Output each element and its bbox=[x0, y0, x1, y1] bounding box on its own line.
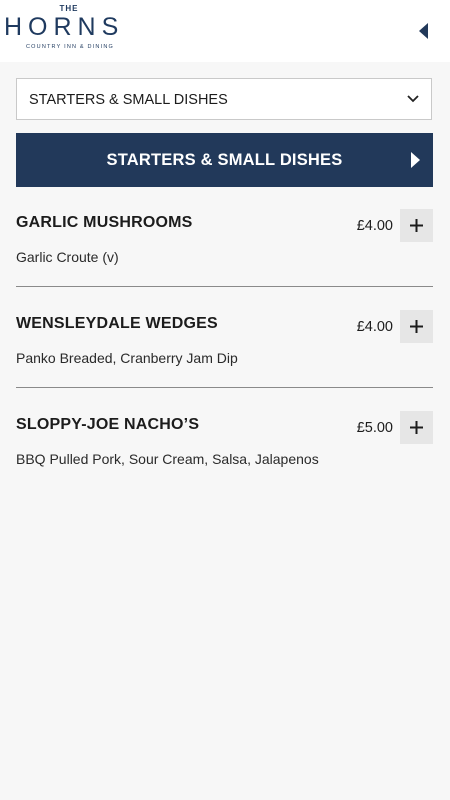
menu-item: GARLIC MUSHROOMS £4.00 Garlic Croute (v) bbox=[16, 209, 433, 310]
app-header: THE HORNS COUNTRY INN & DINING bbox=[0, 0, 450, 62]
back-button[interactable] bbox=[416, 22, 432, 40]
caret-right-icon bbox=[411, 152, 420, 168]
section-banner[interactable]: STARTERS & SMALL DISHES bbox=[16, 133, 433, 187]
add-item-button[interactable] bbox=[400, 310, 433, 343]
plus-icon bbox=[410, 219, 423, 232]
logo-the: THE bbox=[59, 4, 79, 13]
horns-logo: THE HORNS COUNTRY INN & DINING bbox=[4, 4, 144, 52]
menu-item-price: £5.00 bbox=[356, 420, 393, 436]
add-item-button[interactable] bbox=[400, 209, 433, 242]
plus-icon bbox=[410, 421, 423, 434]
item-divider bbox=[16, 387, 433, 388]
menu-item-price: £4.00 bbox=[356, 218, 393, 234]
plus-icon bbox=[410, 320, 423, 333]
menu-item-price: £4.00 bbox=[356, 319, 393, 335]
category-select-value: STARTERS & SMALL DISHES bbox=[29, 92, 228, 108]
menu-item-name: SLOPPY-JOE NACHO’S bbox=[16, 416, 200, 433]
menu-item-name: WENSLEYDALE WEDGES bbox=[16, 315, 218, 332]
menu-item: SLOPPY-JOE NACHO’S £5.00 BBQ Pulled Pork… bbox=[16, 411, 433, 512]
logo-tagline: COUNTRY INN & DINING bbox=[26, 44, 114, 50]
menu-item-description: BBQ Pulled Pork, Sour Cream, Salsa, Jala… bbox=[16, 451, 319, 467]
section-title: STARTERS & SMALL DISHES bbox=[106, 151, 343, 169]
chevron-down-icon bbox=[407, 95, 419, 103]
menu-item-description: Panko Breaded, Cranberry Jam Dip bbox=[16, 350, 238, 366]
add-item-button[interactable] bbox=[400, 411, 433, 444]
menu-item-description: Garlic Croute (v) bbox=[16, 249, 119, 265]
category-select[interactable]: STARTERS & SMALL DISHES bbox=[16, 78, 432, 120]
logo-name: HORNS bbox=[4, 13, 125, 41]
menu-item: WENSLEYDALE WEDGES £4.00 Panko Breaded, … bbox=[16, 310, 433, 411]
menu-item-name: GARLIC MUSHROOMS bbox=[16, 214, 193, 231]
item-divider bbox=[16, 286, 433, 287]
chevron-left-icon bbox=[419, 23, 428, 39]
